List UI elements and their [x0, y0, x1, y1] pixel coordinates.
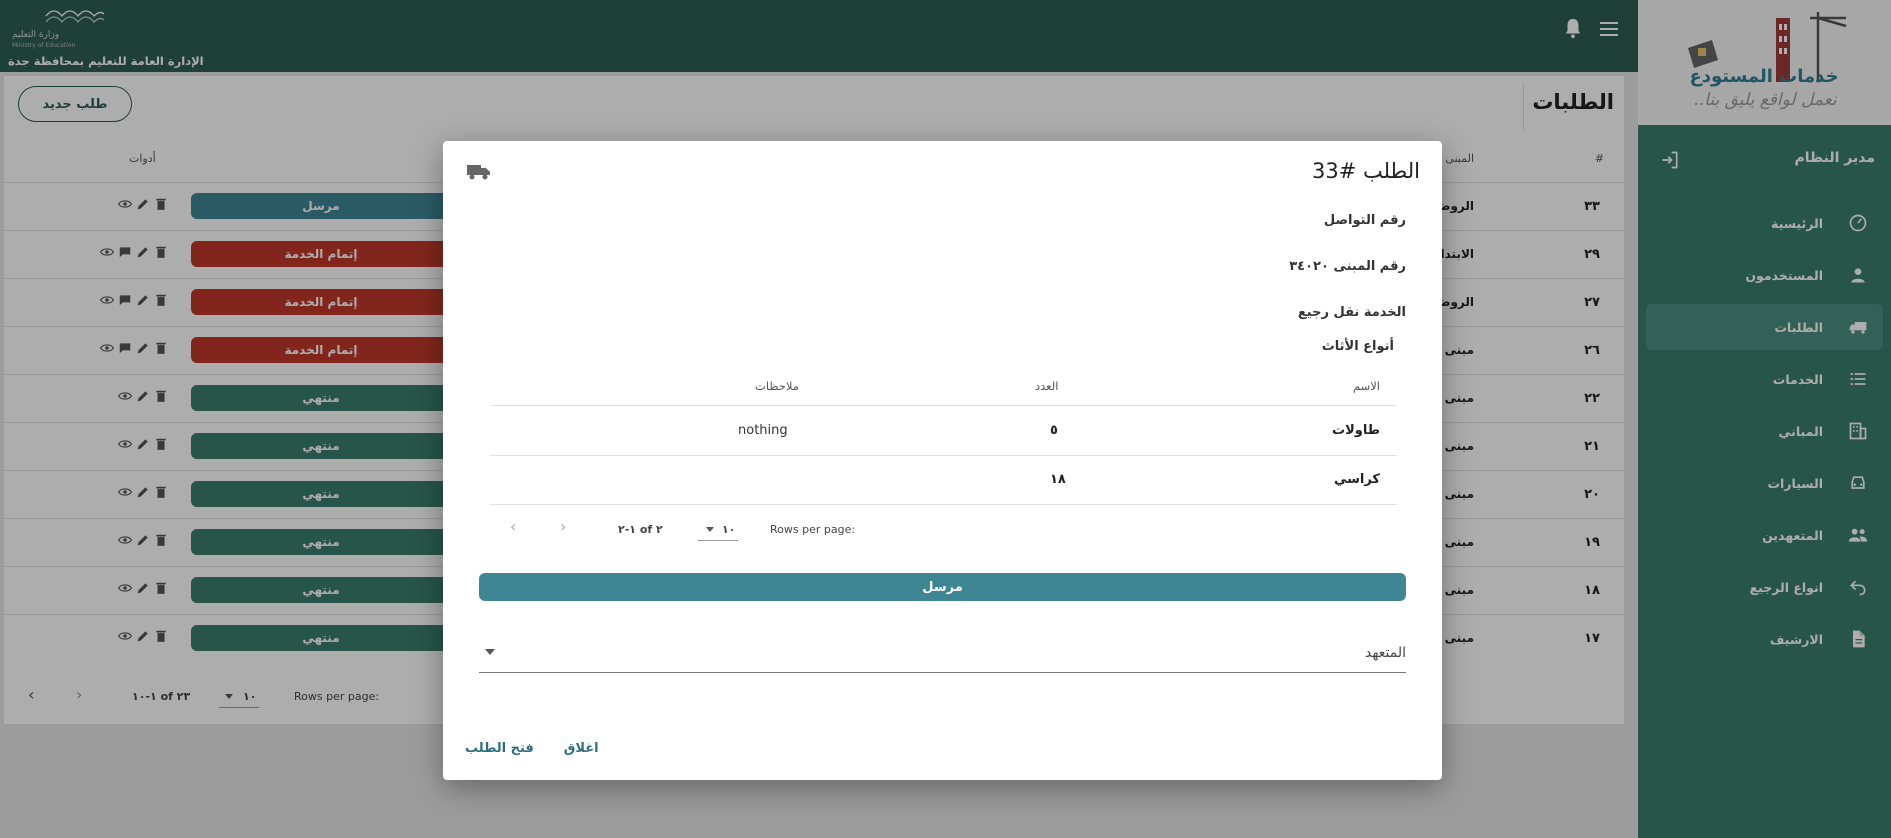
column-header-name: الاسم — [1352, 379, 1380, 393]
furniture-types-title: أنواع الأثاث — [1321, 339, 1394, 354]
chevron-down-icon — [485, 649, 495, 655]
table-row: كراسي ١٨ — [490, 456, 1396, 505]
rows-per-page-value: ١٠ — [722, 523, 736, 536]
service-type: الخدمة نقل رجيع — [1297, 305, 1406, 320]
furniture-table-pagination: Rows per page: ١٠ ١-٢ of ٢ › ‹ — [490, 507, 1396, 551]
building-number: رقم المبنى ٣٤٠٢٠ — [1289, 259, 1406, 274]
contractor-label: المتعهد — [1364, 645, 1406, 661]
chevron-down-icon — [706, 527, 714, 532]
page-range: ١-٢ of ٢ — [618, 523, 663, 536]
cell-count: ١٨ — [1050, 472, 1066, 487]
rows-per-page-label: Rows per page: — [770, 523, 856, 536]
close-button[interactable]: اغلاق — [564, 741, 599, 756]
chevron-right-icon[interactable]: › — [560, 517, 566, 536]
open-request-button[interactable]: فتح الطلب — [465, 741, 534, 756]
cell-name: طاولات — [1332, 423, 1380, 438]
table-header: الاسم العدد ملاحظات — [490, 365, 1396, 406]
dialog-actions: فتح الطلب اغلاق — [465, 741, 599, 756]
request-detail-dialog: الطلب #33 رقم التواصل رقم المبنى ٣٤٠٢٠ ا… — [443, 141, 1442, 780]
dialog-title: الطلب #33 — [1311, 159, 1420, 183]
table-row: طاولات ٥ nothing — [490, 407, 1396, 456]
status-badge: مرسل — [479, 573, 1406, 601]
cell-count: ٥ — [1050, 423, 1058, 438]
rows-per-page-select[interactable]: ١٠ — [698, 517, 738, 541]
contractor-select[interactable]: المتعهد — [479, 633, 1406, 673]
cell-name: كراسي — [1333, 472, 1380, 487]
chevron-left-icon[interactable]: ‹ — [510, 517, 516, 536]
contact-number: رقم التواصل — [1323, 213, 1406, 228]
cell-notes: nothing — [738, 423, 788, 438]
column-header-count: العدد — [1035, 379, 1059, 393]
column-header-notes: ملاحظات — [755, 379, 799, 393]
truck-icon — [467, 165, 490, 180]
